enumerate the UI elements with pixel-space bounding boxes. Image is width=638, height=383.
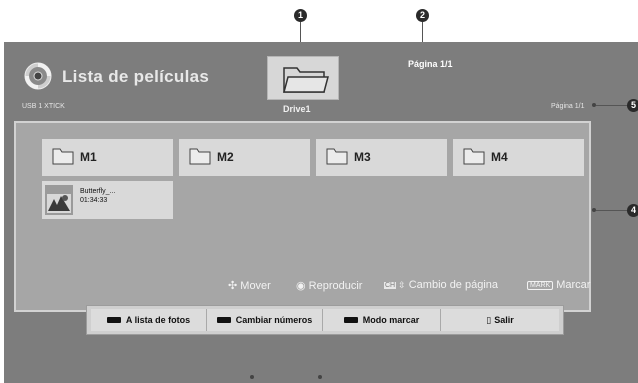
drive-label: Drive1 bbox=[283, 104, 311, 114]
movie-title: Butterfly_... bbox=[80, 188, 116, 195]
callout-2-line bbox=[422, 22, 423, 42]
updown-icon: ⇳ bbox=[398, 280, 406, 290]
folder-icon bbox=[52, 148, 74, 165]
ok-icon: ◉ bbox=[296, 280, 306, 292]
hint-mark: MARK Marcar bbox=[527, 279, 590, 291]
folder-item[interactable]: M2 bbox=[179, 139, 310, 176]
callout-bottom-dot-b bbox=[318, 375, 322, 379]
dpad-icon: ✣ bbox=[228, 280, 238, 292]
callout-4: 4 bbox=[627, 204, 638, 217]
channel-icon: CH bbox=[384, 282, 397, 289]
change-numbers-label: Cambiar números bbox=[235, 315, 313, 325]
folder-icon bbox=[326, 148, 348, 165]
callout-1: 1 bbox=[294, 9, 307, 22]
red-key-icon bbox=[106, 317, 121, 323]
photo-list-button[interactable]: A lista de fotos bbox=[91, 309, 207, 331]
folder-label: M1 bbox=[80, 150, 97, 164]
folder-label: M2 bbox=[217, 150, 234, 164]
folder-icon bbox=[189, 148, 211, 165]
page-title: Lista de películas bbox=[62, 67, 210, 86]
callout-4-line bbox=[596, 210, 628, 211]
callout-5: 5 bbox=[627, 99, 638, 112]
drive-button[interactable] bbox=[267, 56, 339, 100]
hint-play-label: Reproducir bbox=[308, 280, 363, 292]
callout-2: 2 bbox=[416, 9, 429, 22]
hint-move: ✣ Mover bbox=[228, 279, 271, 292]
movie-thumbnail bbox=[45, 185, 73, 215]
green-key-icon bbox=[216, 317, 231, 323]
disc-icon bbox=[24, 62, 52, 90]
folder-icon bbox=[463, 148, 485, 165]
folder-item[interactable]: M4 bbox=[453, 139, 584, 176]
hint-page-change-label: Cambio de página bbox=[408, 279, 499, 291]
folder-item[interactable]: M1 bbox=[42, 139, 173, 176]
folder-label: M4 bbox=[491, 150, 508, 164]
usb-source-label: USB 1 XTICK bbox=[22, 103, 65, 110]
mark-key-icon: MARK bbox=[527, 281, 554, 290]
movie-item[interactable]: Butterfly_... 01:34:33 bbox=[42, 181, 173, 219]
folder-item[interactable]: M3 bbox=[316, 139, 447, 176]
callout-1-line bbox=[300, 22, 301, 42]
change-numbers-button[interactable]: Cambiar números bbox=[207, 309, 323, 331]
yellow-key-icon bbox=[343, 317, 358, 323]
hint-play: ◉ Reproducir bbox=[296, 279, 362, 292]
mark-mode-label: Modo marcar bbox=[362, 315, 420, 325]
page-indicator: Página 1/1 bbox=[551, 103, 585, 110]
hint-mark-label: Marcar bbox=[556, 279, 591, 291]
movie-duration: 01:34:33 bbox=[80, 197, 108, 204]
hint-move-label: Mover bbox=[240, 280, 271, 292]
key-hints: ✣ Mover ◉ Reproducir CH ⇳ Cambio de págin… bbox=[0, 279, 638, 295]
function-button-bar: A lista de fotos Cambiar números Modo ma… bbox=[86, 305, 564, 335]
callout-bottom-dot-a bbox=[250, 375, 254, 379]
exit-label: Salir bbox=[494, 315, 514, 325]
page-indicator-top: Página 1/1 bbox=[408, 59, 453, 69]
folder-icon bbox=[283, 67, 329, 93]
hint-page-change: CH ⇳ Cambio de página bbox=[384, 279, 498, 291]
photo-list-label: A lista de fotos bbox=[125, 315, 191, 325]
callout-5-line bbox=[596, 105, 628, 106]
mark-mode-button[interactable]: Modo marcar bbox=[323, 309, 441, 331]
folder-label: M3 bbox=[354, 150, 371, 164]
exit-button[interactable]: ▯ Salir bbox=[441, 309, 559, 331]
exit-icon: ▯ bbox=[486, 315, 492, 325]
